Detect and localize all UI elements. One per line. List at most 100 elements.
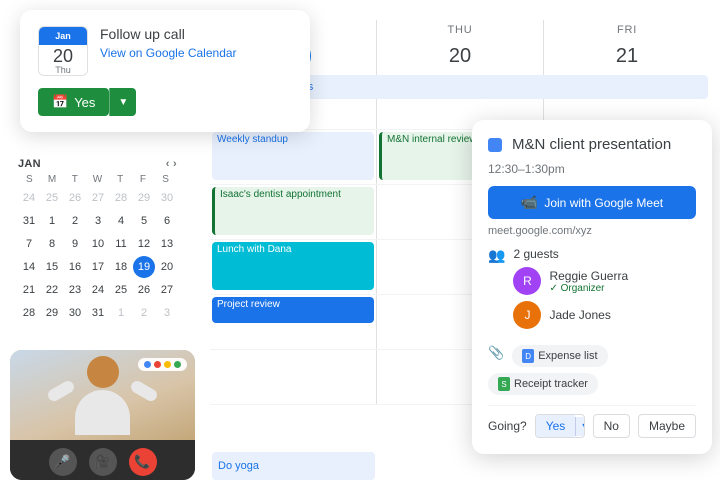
left-arm bbox=[46, 378, 76, 402]
mini-cal-cell[interactable]: 16 bbox=[64, 256, 86, 278]
mini-cal-cell[interactable]: 31 bbox=[87, 302, 109, 324]
rsvp-maybe-button[interactable]: Maybe bbox=[638, 414, 696, 438]
mini-cal-cell[interactable]: 2 bbox=[133, 302, 155, 324]
meet-dot-red bbox=[154, 361, 161, 368]
fri-label: FRI bbox=[617, 24, 637, 36]
mini-cal-cell[interactable]: 23 bbox=[64, 279, 86, 301]
guest-name-jade: Jade Jones bbox=[549, 308, 610, 322]
mini-cal-cell[interactable]: 4 bbox=[110, 210, 132, 232]
sheet-icon: S bbox=[498, 377, 510, 391]
cell-wed-5: Project review bbox=[210, 295, 377, 349]
mini-cal-cell[interactable]: 25 bbox=[41, 187, 63, 209]
project-review-event[interactable]: Project review bbox=[212, 297, 374, 323]
expense-list-chip[interactable]: D Expense list bbox=[512, 345, 607, 367]
mini-cal-cell[interactable]: 17 bbox=[87, 256, 109, 278]
join-google-meet-button[interactable]: 📹 Join with Google Meet bbox=[488, 186, 696, 219]
weekly-standup-event[interactable]: Weekly standup bbox=[212, 132, 374, 180]
view-google-calendar-link[interactable]: View on Google Calendar bbox=[100, 46, 237, 60]
video-content bbox=[10, 350, 195, 440]
mini-cal-header: JAN ‹ › bbox=[18, 158, 177, 170]
mini-cal-cell[interactable]: 1 bbox=[41, 210, 63, 232]
mini-cal-cell[interactable]: 22 bbox=[41, 279, 63, 301]
mini-cal-cell[interactable]: 25 bbox=[110, 279, 132, 301]
guest-item-reggie: R Reggie Guerra ✓ Organizer bbox=[513, 267, 628, 295]
mini-cal-chevrons: ‹ › bbox=[166, 158, 177, 170]
mini-cal-cell[interactable]: 8 bbox=[41, 233, 63, 255]
mini-cal-cell[interactable]: 5 bbox=[133, 210, 155, 232]
meet-dot-green bbox=[174, 361, 181, 368]
rsvp-yes-group: Yes ▾ bbox=[535, 414, 585, 438]
guest-avatar-jj: J bbox=[513, 301, 541, 329]
mini-cal-cell[interactable]: 6 bbox=[156, 210, 178, 232]
mini-cal-cell[interactable]: 30 bbox=[64, 302, 86, 324]
mini-cal-cell[interactable]: 28 bbox=[110, 187, 132, 209]
meet-icon: 📹 bbox=[521, 194, 538, 211]
mini-cal-cell[interactable]: 27 bbox=[87, 187, 109, 209]
yes-button[interactable]: 📅 Yes bbox=[38, 88, 109, 116]
mini-cal-cell[interactable]: 11 bbox=[110, 233, 132, 255]
mini-cal-cell[interactable]: 14 bbox=[18, 256, 40, 278]
mini-cal-cell[interactable]: 9 bbox=[64, 233, 86, 255]
mute-mic-button[interactable]: 🎤 bbox=[49, 448, 77, 476]
lunch-dana-event[interactable]: Lunch with Dana bbox=[212, 242, 374, 290]
mini-cal-cell[interactable]: 26 bbox=[133, 279, 155, 301]
guests-count: 2 guests bbox=[513, 247, 628, 261]
guest-name-reggie: Reggie Guerra bbox=[549, 269, 628, 283]
mini-cal-cell[interactable]: 12 bbox=[133, 233, 155, 255]
end-call-button[interactable]: 📞 bbox=[129, 448, 157, 476]
yes-dropdown-button[interactable]: ▼ bbox=[109, 88, 136, 116]
lunch-dana-label: Lunch with Dana bbox=[217, 244, 292, 255]
mini-cal-cell[interactable]: 13 bbox=[156, 233, 178, 255]
rsvp-no-button[interactable]: No bbox=[593, 414, 630, 438]
mini-cal-cell[interactable]: 20 bbox=[156, 256, 178, 278]
mini-cal-cell[interactable]: 7 bbox=[18, 233, 40, 255]
rsvp-yes-dropdown[interactable]: ▾ bbox=[575, 417, 584, 436]
do-yoga-event[interactable]: Do yoga bbox=[212, 452, 375, 480]
mini-cal-cell[interactable]: 26 bbox=[64, 187, 86, 209]
rsvp-yes-button[interactable]: Yes bbox=[536, 415, 576, 437]
notif-title: Follow up call bbox=[100, 26, 292, 42]
mini-cal-cell[interactable]: 18 bbox=[110, 256, 132, 278]
mini-cal-cell-today[interactable]: 19 bbox=[133, 256, 155, 278]
cal-bottom: 20 Thu bbox=[39, 45, 87, 76]
meet-badge bbox=[138, 358, 187, 371]
cell-wed-4: Lunch with Dana bbox=[210, 240, 377, 294]
camera-button[interactable]: 🎥 bbox=[89, 448, 117, 476]
event-detail-header: M&N client presentation bbox=[488, 136, 696, 154]
dentist-event[interactable]: Isaac's dentist appointment bbox=[212, 187, 374, 235]
mini-cal-cell[interactable]: 10 bbox=[87, 233, 109, 255]
mini-cal-cell[interactable]: 29 bbox=[133, 187, 155, 209]
event-detail-time: 12:30–1:30pm bbox=[488, 162, 696, 176]
mini-cal-cell[interactable]: 31 bbox=[18, 210, 40, 232]
attachments-section: 📎 D Expense list S Receipt tracker bbox=[488, 345, 696, 395]
yes-label: Yes bbox=[74, 95, 95, 110]
mini-cal-cell[interactable]: 1 bbox=[110, 302, 132, 324]
guest-info-rg: Reggie Guerra ✓ Organizer bbox=[549, 269, 628, 294]
right-arm bbox=[129, 378, 159, 402]
mini-cal-cell[interactable]: 24 bbox=[87, 279, 109, 301]
receipt-tracker-chip[interactable]: S Receipt tracker bbox=[488, 373, 598, 395]
attachment-icon: 📎 bbox=[488, 345, 504, 367]
mini-cal-cell[interactable]: 29 bbox=[41, 302, 63, 324]
mini-cal-cell[interactable]: 28 bbox=[18, 302, 40, 324]
mini-cal-month: JAN bbox=[18, 158, 41, 170]
mini-cal-cell[interactable]: 15 bbox=[41, 256, 63, 278]
event-color-indicator bbox=[488, 138, 502, 152]
thu-label: THU bbox=[447, 24, 472, 36]
do-yoga-label: Do yoga bbox=[218, 460, 259, 472]
meet-link-text: meet.google.com/xyz bbox=[488, 225, 696, 237]
mini-cal-cell[interactable]: 3 bbox=[87, 210, 109, 232]
mini-cal-cell[interactable]: 21 bbox=[18, 279, 40, 301]
mini-cal-cell[interactable]: 3 bbox=[156, 302, 178, 324]
mini-cal-cell[interactable]: 2 bbox=[64, 210, 86, 232]
cal-day-name: Thu bbox=[55, 65, 71, 75]
mini-cal-cell[interactable]: 24 bbox=[18, 187, 40, 209]
mini-cal-days-header: S M T W T F S bbox=[18, 174, 177, 185]
mini-cal-cell[interactable]: 30 bbox=[156, 187, 178, 209]
expense-list-label: Expense list bbox=[538, 350, 597, 362]
thu-num: 20 bbox=[442, 38, 478, 74]
mini-cal-cell[interactable]: 27 bbox=[156, 279, 178, 301]
guest-item-jade: J Jade Jones bbox=[513, 301, 628, 329]
event-detail-title: M&N client presentation bbox=[512, 136, 671, 154]
video-call-card: 🎤 🎥 📞 bbox=[10, 350, 195, 480]
